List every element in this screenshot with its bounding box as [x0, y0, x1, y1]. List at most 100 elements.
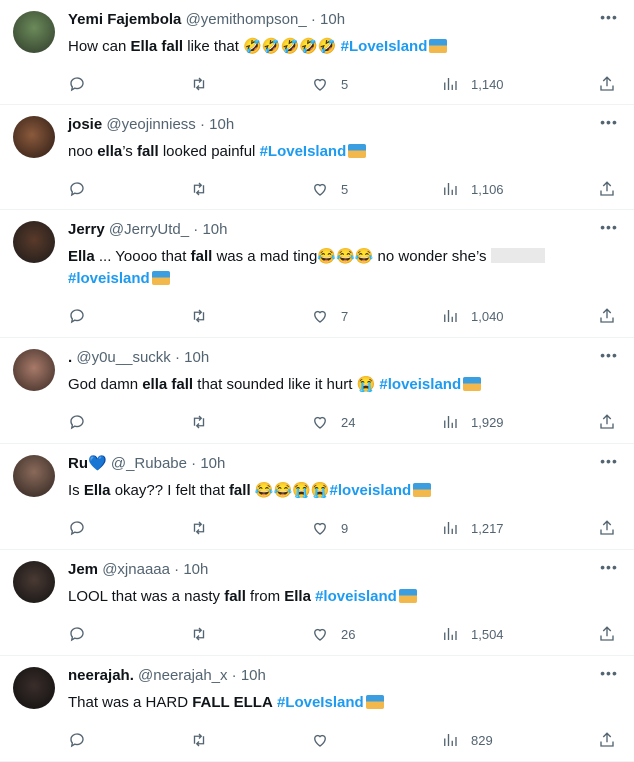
more-icon[interactable]: ••• — [598, 9, 620, 29]
share-button[interactable] — [598, 518, 616, 538]
tweet[interactable]: ••• . @y0u__suckk · 10h God damn ella fa… — [0, 338, 634, 444]
share-button[interactable] — [598, 412, 616, 432]
more-icon[interactable]: ••• — [598, 219, 620, 239]
tweet[interactable]: ••• Yemi Fajembola @yemithompson_ · 10h … — [0, 0, 634, 105]
retweet-button[interactable] — [190, 74, 208, 94]
like-count: 24 — [341, 414, 356, 430]
handle[interactable]: @JerryUtd_ — [109, 221, 189, 238]
reply-icon — [70, 415, 84, 430]
avatar[interactable] — [13, 349, 55, 391]
handle[interactable]: @_Rubabe — [111, 455, 187, 472]
handle[interactable]: @y0u__suckk — [76, 349, 170, 366]
reply-button[interactable] — [68, 306, 86, 326]
share-button[interactable] — [598, 730, 616, 750]
avatar[interactable] — [13, 667, 55, 709]
timestamp[interactable]: 10h — [209, 116, 234, 133]
display-name[interactable]: neerajah. — [68, 667, 134, 684]
display-name[interactable]: Ru — [68, 455, 88, 472]
hashtag-link[interactable]: #LoveIsland — [277, 694, 364, 711]
like-button[interactable]: 5 — [311, 74, 348, 94]
avatar[interactable] — [13, 455, 55, 497]
timestamp[interactable]: 10h — [183, 561, 208, 578]
more-icon[interactable]: ••• — [598, 665, 620, 685]
like-button[interactable]: 24 — [311, 412, 355, 432]
hashtag-link[interactable]: #loveisland — [68, 270, 150, 287]
more-icon[interactable]: ••• — [598, 453, 620, 473]
timestamp[interactable]: 10h — [200, 455, 225, 472]
views-button[interactable]: 1,106 — [441, 179, 504, 199]
reply-button[interactable] — [68, 74, 86, 94]
share-icon — [600, 76, 614, 91]
reply-icon — [70, 733, 84, 748]
display-name[interactable]: Yemi Fajembola — [68, 11, 181, 28]
handle[interactable]: @xjnaaaa — [102, 561, 170, 578]
timestamp[interactable]: 10h — [320, 11, 345, 28]
display-name[interactable]: . — [68, 349, 72, 366]
handle[interactable]: @yeojinniess — [106, 116, 195, 133]
like-button[interactable]: 7 — [311, 306, 348, 326]
tweet[interactable]: ••• neerajah. @neerajah_x · 10h That was… — [0, 656, 634, 762]
more-icon[interactable]: ••• — [598, 559, 620, 579]
separator-dot: · — [310, 11, 316, 28]
highlight-text: fall — [190, 248, 213, 265]
share-button[interactable] — [598, 74, 616, 94]
tweet[interactable]: ••• Ru💙 @_Rubabe · 10h Is Ella okay?? I … — [0, 444, 634, 550]
hashtag-link[interactable]: #LoveIsland — [341, 38, 428, 55]
reply-button[interactable] — [68, 179, 86, 199]
views-button[interactable]: 1,140 — [441, 74, 504, 94]
more-icon[interactable]: ••• — [598, 347, 620, 367]
retweet-button[interactable] — [190, 730, 208, 750]
tweet[interactable]: ••• josie @yeojinniess · 10h noo ella’s … — [0, 105, 634, 210]
views-button[interactable]: 1,504 — [441, 624, 504, 644]
display-name[interactable]: josie — [68, 116, 102, 133]
love-island-emoji-icon — [463, 377, 482, 391]
reply-icon — [70, 521, 84, 536]
like-button[interactable]: 9 — [311, 518, 348, 538]
retweet-button[interactable] — [190, 179, 208, 199]
display-name[interactable]: Jem — [68, 561, 98, 578]
tweet[interactable]: ••• Jerry @JerryUtd_ · 10h Ella ... Yooo… — [0, 210, 634, 338]
reply-button[interactable] — [68, 518, 86, 538]
hashtag-link[interactable]: #LoveIsland — [260, 143, 347, 160]
separator-dot: · — [191, 455, 197, 472]
reply-icon — [70, 182, 84, 197]
action-bar: 829 — [68, 722, 622, 760]
avatar[interactable] — [13, 561, 55, 603]
hashtag-link[interactable]: #loveisland — [379, 376, 461, 393]
share-button[interactable] — [598, 306, 616, 326]
tweet-text: noo ella’s fall looked painful #LoveIsla… — [68, 141, 622, 163]
more-icon[interactable]: ••• — [598, 114, 620, 134]
like-button[interactable]: 5 — [311, 179, 348, 199]
avatar[interactable] — [13, 11, 55, 53]
views-button[interactable]: 1,217 — [441, 518, 504, 538]
timestamp[interactable]: 10h — [202, 221, 227, 238]
reply-button[interactable] — [68, 624, 86, 644]
views-button[interactable]: 1,929 — [441, 412, 504, 432]
retweet-button[interactable] — [190, 624, 208, 644]
hashtag-link[interactable]: #loveisland — [315, 588, 397, 605]
retweet-button[interactable] — [190, 518, 208, 538]
views-button[interactable]: 1,040 — [441, 306, 504, 326]
tweet-text: Ella ... Yoooo that fall was a mad ting😂… — [68, 246, 622, 290]
avatar[interactable] — [13, 116, 55, 158]
like-button[interactable]: 26 — [311, 624, 355, 644]
handle[interactable]: @yemithompson_ — [186, 11, 307, 28]
views-button[interactable]: 829 — [441, 730, 493, 750]
separator-dot: · — [231, 667, 237, 684]
timestamp[interactable]: 10h — [184, 349, 209, 366]
reply-button[interactable] — [68, 730, 86, 750]
share-button[interactable] — [598, 624, 616, 644]
retweet-button[interactable] — [190, 306, 208, 326]
like-button[interactable] — [311, 730, 341, 750]
tweet-text: Is Ella okay?? I felt that fall 😂😂😭😭#lov… — [68, 480, 622, 502]
timestamp[interactable]: 10h — [241, 667, 266, 684]
handle[interactable]: @neerajah_x — [138, 667, 227, 684]
hashtag-link[interactable]: #loveisland — [330, 482, 412, 499]
retweet-button[interactable] — [190, 412, 208, 432]
display-name[interactable]: Jerry — [68, 221, 105, 238]
share-button[interactable] — [598, 179, 616, 199]
avatar[interactable] — [13, 221, 55, 263]
retweet-icon — [193, 733, 205, 747]
tweet[interactable]: ••• Jem @xjnaaaa · 10h LOOL that was a n… — [0, 550, 634, 656]
reply-button[interactable] — [68, 412, 86, 432]
